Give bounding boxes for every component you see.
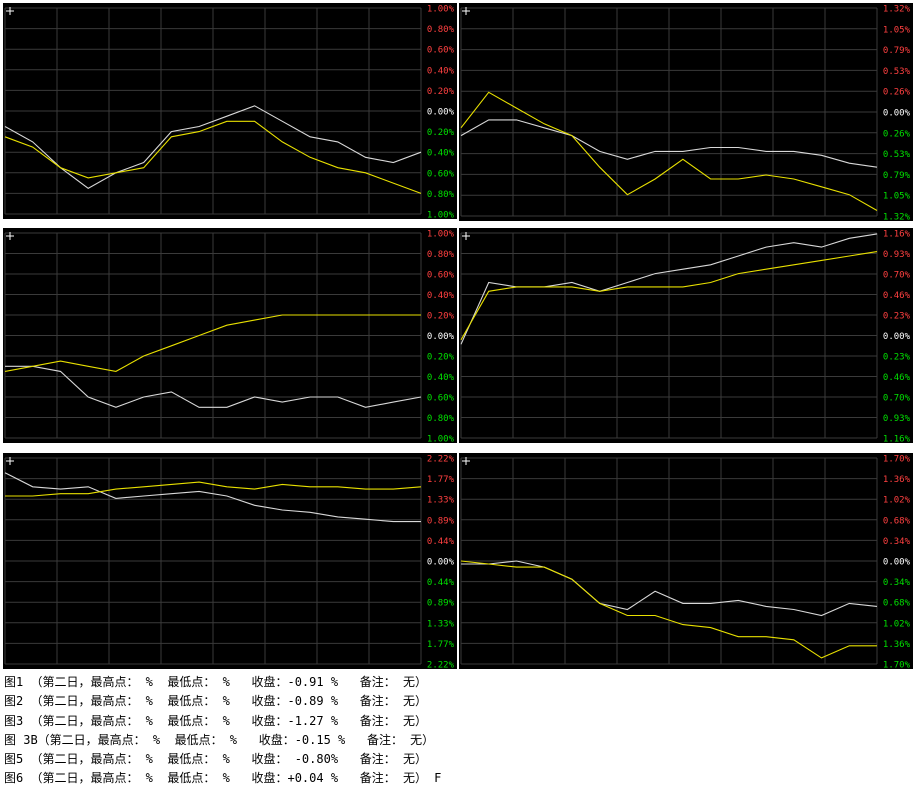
chart-svg-1: 1.00% 0.80% 0.60% 0.40% 0.20% 0.00% 0.20% 0.40%…	[4, 5, 455, 220]
chart-svg-4: 1.16% 0.93% 0.70% 0.46% 0.23% 0.00% 0.23% 0.46%…	[460, 230, 911, 444]
chart-panel-2[interactable]: 1.32% 1.05% 0.79% 0.53% 0.26% 0.00% 0.26% 0.53%…	[459, 3, 913, 221]
chart-svg-5: 2.22% 1.77% 1.33% 0.89% 0.44% 0.00% 0.44% 0.89%…	[4, 455, 455, 670]
axis-tick-label: 0.80%	[427, 190, 455, 200]
axis-tick-label: 1.33%	[427, 619, 455, 629]
axis-tick-label: 0.00%	[883, 109, 911, 119]
axis-tick-label: 0.44%	[427, 537, 455, 547]
axis-tick-label: 1.05%	[883, 192, 911, 202]
axis-tick-label: 1.00%	[427, 5, 455, 15]
axis-tick-label: 1.00%	[427, 230, 455, 240]
axis-tick-label: 1.36%	[883, 475, 911, 485]
axis-tick-label: 1.77%	[427, 640, 455, 650]
axis-tick-label: 0.40%	[427, 149, 455, 159]
axis-tick-label: 0.60%	[427, 169, 455, 179]
chart-panel-6[interactable]: 1.70% 1.36% 1.02% 0.68% 0.34% 0.00% 0.34% 0.68%…	[459, 453, 913, 669]
axis-tick-label: 0.89%	[427, 516, 455, 526]
caption-line-2: 图2 （第二日，最高点： % 最低点： % 收盘：-0.89 % 备注： 无）	[4, 694, 427, 709]
axis-tick-label: 1.33%	[427, 496, 455, 506]
axis-tick-label: 0.23%	[883, 353, 911, 363]
chart-svg-6: 1.70% 1.36% 1.02% 0.68% 0.34% 0.00% 0.34% 0.68%…	[460, 455, 911, 670]
axis-tick-label: 0.60%	[427, 46, 455, 56]
axis-tick-label: 0.26%	[883, 88, 911, 98]
caption-line-6: 图6 （第二日，最高点： % 最低点： % 收盘：+0.04 % 备注： 无） …	[4, 771, 442, 786]
axis-tick-label: 1.32%	[883, 5, 911, 15]
axis-tick-label: 0.00%	[883, 558, 911, 568]
axis-tick-label: 0.20%	[427, 353, 455, 363]
axis-tick-label: 0.68%	[883, 516, 911, 526]
caption-line-3: 图3 （第二日，最高点： % 最低点： % 收盘：-1.27 % 备注： 无）	[4, 713, 427, 728]
axis-tick-label: 1.02%	[883, 619, 911, 629]
axis-tick-label: 0.70%	[883, 271, 911, 281]
chart-panel-4[interactable]: 1.16% 0.93% 0.70% 0.46% 0.23% 0.00% 0.23% 0.46%…	[459, 228, 913, 443]
axis-tick-label: 0.93%	[883, 250, 911, 260]
axis-tick-label: 1.36%	[883, 640, 911, 650]
axis-tick-label: 1.77%	[427, 475, 455, 485]
axis-tick-label: 1.70%	[883, 661, 911, 670]
axis-tick-label: 2.22%	[427, 661, 455, 670]
axis-tick-label: 0.89%	[427, 599, 455, 609]
axis-tick-label: 1.32%	[883, 213, 911, 222]
caption-line-4: 图 3B（第二日，最高点： % 最低点： % 收盘：-0.15 % 备注： 无）	[4, 732, 435, 747]
chart-svg-3: 1.00% 0.80% 0.60% 0.40% 0.20% 0.00% 0.20% 0.40%…	[4, 230, 455, 444]
axis-tick-label: 1.02%	[883, 496, 911, 506]
chart-panel-1[interactable]: 1.00% 0.80% 0.60% 0.40% 0.20% 0.00% 0.20% 0.40%…	[3, 3, 457, 219]
axis-tick-label: 0.46%	[883, 373, 911, 383]
axis-tick-label: 1.05%	[883, 25, 911, 35]
axis-tick-label: 0.40%	[427, 291, 455, 301]
axis-tick-label: 0.79%	[883, 171, 911, 181]
axis-tick-label: 0.44%	[427, 578, 455, 588]
caption-line-1: 图1 （第二日，最高点： % 最低点： % 收盘：-0.91 % 备注： 无）	[4, 675, 427, 689]
axis-tick-label: 1.00%	[427, 211, 455, 220]
axis-tick-label: 0.34%	[883, 537, 911, 547]
axis-tick-label: 0.23%	[883, 312, 911, 322]
chart-panel-5[interactable]: 2.22% 1.77% 1.33% 0.89% 0.44% 0.00% 0.44% 0.89%…	[3, 453, 457, 669]
axis-tick-label: 1.16%	[883, 435, 911, 444]
axis-tick-label: 0.00%	[427, 558, 455, 568]
axis-tick-label: 0.20%	[427, 87, 455, 97]
axis-tick-label: 2.22%	[427, 455, 455, 465]
axis-tick-label: 0.80%	[427, 25, 455, 35]
chart-svg-2: 1.32% 1.05% 0.79% 0.53% 0.26% 0.00% 0.26% 0.53%…	[460, 5, 911, 222]
axis-tick-label: 0.00%	[883, 332, 911, 342]
axis-tick-label: 0.34%	[883, 578, 911, 588]
axis-tick-label: 0.46%	[883, 291, 911, 301]
axis-tick-label: 0.26%	[883, 129, 911, 139]
axis-tick-label: 0.20%	[427, 312, 455, 322]
axis-tick-label: 0.53%	[883, 67, 911, 77]
axis-tick-label: 0.79%	[883, 46, 911, 56]
axis-tick-label: 0.53%	[883, 150, 911, 160]
caption-area: 图1 （第二日，最高点： % 最低点： % 收盘：-0.91 % 备注： 无） …	[4, 673, 904, 789]
axis-tick-label: 1.70%	[883, 455, 911, 465]
axis-tick-label: 0.60%	[427, 271, 455, 281]
axis-tick-label: 0.00%	[427, 332, 455, 342]
axis-tick-label: 1.16%	[883, 230, 911, 240]
axis-tick-label: 0.80%	[427, 414, 455, 424]
axis-tick-label: 0.20%	[427, 128, 455, 138]
chart-panel-3[interactable]: 1.00% 0.80% 0.60% 0.40% 0.20% 0.00% 0.20% 0.40%…	[3, 228, 457, 443]
axis-tick-label: 0.00%	[427, 108, 455, 118]
axis-tick-label: 0.70%	[883, 394, 911, 404]
axis-tick-label: 0.68%	[883, 599, 911, 609]
axis-tick-label: 1.00%	[427, 435, 455, 444]
axis-tick-label: 0.40%	[427, 66, 455, 76]
axis-tick-label: 0.40%	[427, 373, 455, 383]
caption-line-5: 图5 （第二日，最高点： % 最低点： % 收盘： -0.80% 备注： 无）	[4, 752, 427, 767]
axis-tick-label: 0.60%	[427, 394, 455, 404]
axis-tick-label: 0.93%	[883, 414, 911, 424]
axis-tick-label: 0.80%	[427, 250, 455, 260]
